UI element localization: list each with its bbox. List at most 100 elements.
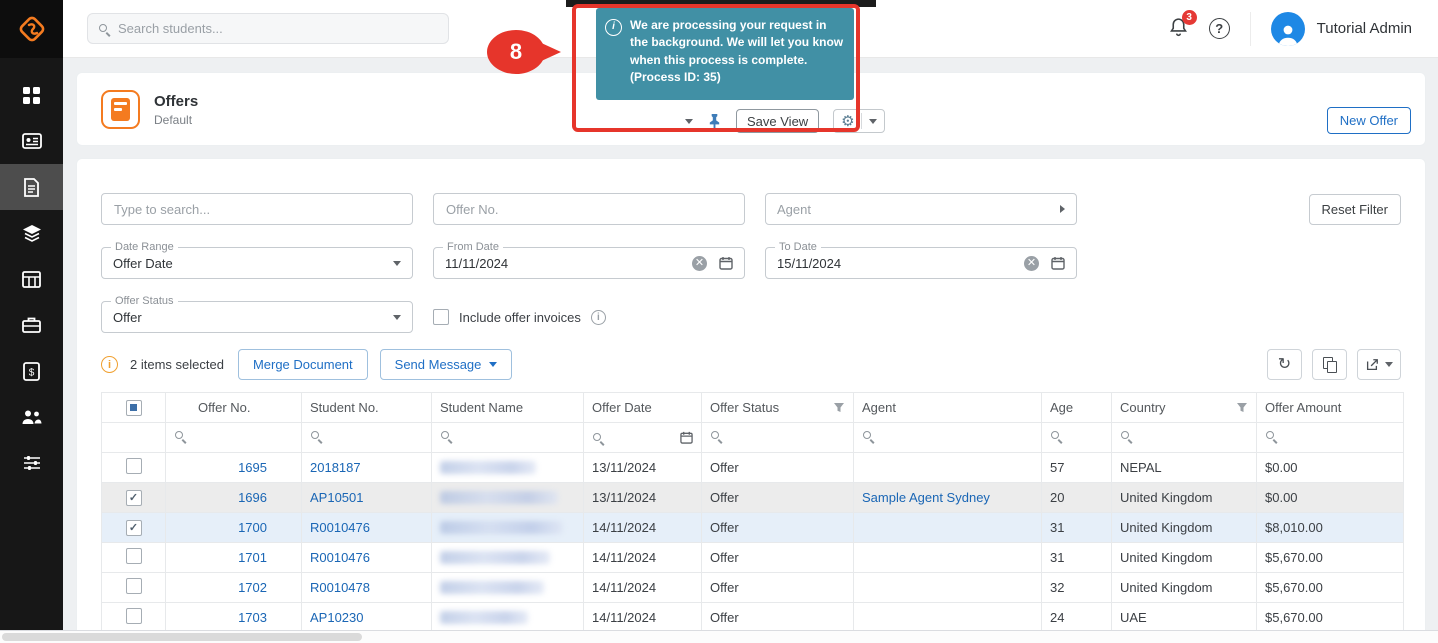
scrollbar-thumb[interactable] [2, 633, 362, 641]
offer-no-column-filter[interactable] [166, 423, 302, 453]
student-name-column-filter[interactable] [432, 423, 584, 453]
table-row[interactable]: 1703 AP10230 14/11/2024 Offer 24 UAE $5,… [102, 603, 1404, 633]
sidebar-item-courses[interactable] [0, 210, 63, 256]
refresh-button[interactable]: ↻ [1267, 349, 1302, 380]
col-offer-date[interactable]: Offer Date [584, 393, 702, 423]
row-checkbox[interactable] [126, 548, 142, 564]
student-no-link[interactable]: R0010478 [310, 580, 370, 595]
clear-from-date-icon[interactable]: ✕ [692, 256, 707, 271]
pin-icon[interactable] [707, 113, 722, 130]
filter-funnel-icon[interactable] [833, 402, 845, 413]
offer-no-link[interactable]: 1700 [238, 520, 267, 535]
age-cell: 31 [1042, 513, 1112, 543]
avatar [1271, 12, 1305, 46]
topbar-divider [1250, 12, 1251, 46]
quick-search-input[interactable] [101, 193, 413, 225]
horizontal-scrollbar[interactable] [0, 630, 1438, 643]
reset-filter-button[interactable]: Reset Filter [1309, 194, 1401, 225]
table-row[interactable]: 1702 R0010478 14/11/2024 Offer 32 United… [102, 573, 1404, 603]
row-checkbox[interactable] [126, 490, 142, 506]
save-view-button[interactable]: Save View [736, 109, 819, 133]
row-checkbox[interactable] [126, 520, 142, 536]
agent-link[interactable]: Sample Agent Sydney [862, 490, 990, 505]
notifications-button[interactable]: 3 [1168, 16, 1189, 41]
clear-to-date-icon[interactable]: ✕ [1024, 256, 1039, 271]
col-country[interactable]: Country [1112, 393, 1257, 423]
briefcase-icon [22, 316, 41, 334]
new-offer-button[interactable]: New Offer [1327, 107, 1411, 134]
merge-document-button[interactable]: Merge Document [238, 349, 368, 380]
date-range-select[interactable]: Date Range Offer Date [101, 247, 413, 279]
student-no-link[interactable]: R0010476 [310, 550, 370, 565]
country-cell: United Kingdom [1112, 543, 1257, 573]
app-logo[interactable] [0, 0, 63, 58]
copy-button[interactable] [1312, 349, 1347, 380]
offer-no-link[interactable]: 1702 [238, 580, 267, 595]
table-row[interactable]: 1700 R0010476 14/11/2024 Offer 31 United… [102, 513, 1404, 543]
student-no-link[interactable]: R0010476 [310, 520, 370, 535]
col-offer-amount[interactable]: Offer Amount [1257, 393, 1404, 423]
table-row[interactable]: 1701 R0010476 14/11/2024 Offer 31 United… [102, 543, 1404, 573]
view-settings-button[interactable]: ⚙ [833, 109, 885, 133]
student-search-input[interactable] [118, 21, 438, 36]
view-dropdown-caret-icon[interactable] [685, 119, 693, 124]
sidebar-item-settings[interactable] [0, 440, 63, 486]
amount-column-filter[interactable] [1257, 423, 1404, 453]
refresh-icon: ↻ [1278, 357, 1291, 373]
country-column-filter[interactable] [1112, 423, 1257, 453]
sidebar-item-table[interactable] [0, 256, 63, 302]
offer-no-link[interactable]: 1695 [238, 460, 267, 475]
student-no-link[interactable]: 2018187 [310, 460, 361, 475]
send-message-button[interactable]: Send Message [380, 349, 513, 380]
col-age[interactable]: Age [1042, 393, 1112, 423]
col-offer-status[interactable]: Offer Status [702, 393, 854, 423]
agent-select[interactable]: Agent [765, 193, 1077, 225]
student-no-column-filter[interactable] [302, 423, 432, 453]
gear-caret-icon [869, 119, 877, 124]
annotation-number: 8 [510, 39, 522, 65]
col-student-no[interactable]: Student No. [302, 393, 432, 423]
student-search-box[interactable] [87, 13, 449, 44]
from-date-field[interactable]: From Date 11/11/2024 ✕ [433, 247, 745, 279]
row-checkbox[interactable] [126, 578, 142, 594]
sidebar-item-dashboard[interactable] [0, 72, 63, 118]
amount-cell: $5,670.00 [1257, 573, 1404, 603]
sidebar-item-contacts[interactable] [0, 118, 63, 164]
sidebar-item-agents[interactable] [0, 394, 63, 440]
offer-no-link[interactable]: 1696 [238, 490, 267, 505]
search-icon [174, 430, 186, 442]
help-button[interactable]: ? [1209, 18, 1230, 39]
col-student-name[interactable]: Student Name [432, 393, 584, 423]
student-no-link[interactable]: AP10501 [310, 490, 364, 505]
sidebar-item-invoices[interactable]: $ [0, 348, 63, 394]
filter-funnel-icon[interactable] [1236, 402, 1248, 413]
table-row[interactable]: 1696 AP10501 13/11/2024 Offer Sample Age… [102, 483, 1404, 513]
offer-date-column-filter[interactable] [584, 423, 702, 453]
calendar-icon[interactable] [680, 431, 693, 444]
row-checkbox[interactable] [126, 608, 142, 624]
col-agent[interactable]: Agent [854, 393, 1042, 423]
offer-no-input[interactable] [433, 193, 745, 225]
app-window: $ 3 ? Tutorial [0, 0, 1438, 643]
calendar-icon[interactable] [1051, 256, 1065, 270]
student-no-link[interactable]: AP10230 [310, 610, 364, 625]
sidebar-item-services[interactable] [0, 302, 63, 348]
agent-column-filter[interactable] [854, 423, 1042, 453]
sidebar-item-offers[interactable] [0, 164, 63, 210]
calendar-icon[interactable] [719, 256, 733, 270]
to-date-field[interactable]: To Date 15/11/2024 ✕ [765, 247, 1077, 279]
col-offer-no[interactable]: Offer No. [166, 393, 302, 423]
offer-status-select[interactable]: Offer Status Offer [101, 301, 413, 333]
table-row[interactable]: 1695 2018187 13/11/2024 Offer 57 NEPAL $… [102, 453, 1404, 483]
offer-no-link[interactable]: 1701 [238, 550, 267, 565]
include-invoices-checkbox[interactable] [433, 309, 449, 325]
to-date-label: To Date [775, 241, 821, 253]
export-button[interactable] [1357, 349, 1401, 380]
age-column-filter[interactable] [1042, 423, 1112, 453]
offer-no-link[interactable]: 1703 [238, 610, 267, 625]
select-all-checkbox[interactable] [126, 400, 142, 416]
offer-date-cell: 14/11/2024 [584, 513, 702, 543]
offer-status-column-filter[interactable] [702, 423, 854, 453]
row-checkbox[interactable] [126, 458, 142, 474]
user-menu[interactable]: Tutorial Admin [1271, 12, 1412, 46]
